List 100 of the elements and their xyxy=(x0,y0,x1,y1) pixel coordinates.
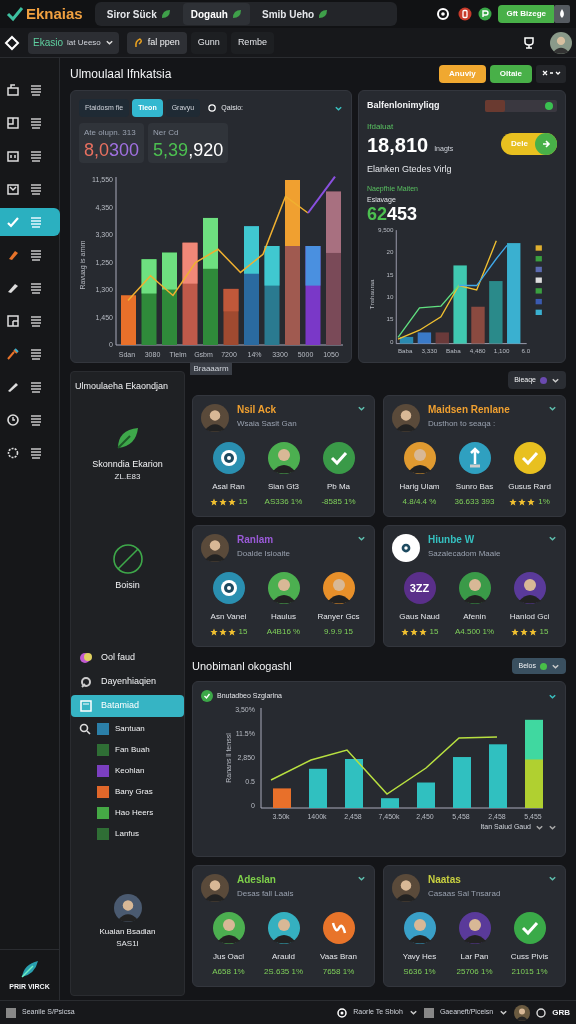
alert-icon[interactable] xyxy=(458,7,473,21)
app-logo-text: Eknaias xyxy=(26,3,83,24)
user-avatar-icon xyxy=(113,893,142,922)
score-text: 2S.635 1% xyxy=(263,966,304,978)
card-subtitle: Wsaia Sasit Gan xyxy=(237,418,298,429)
stat-value: 5,39,920 xyxy=(153,141,224,159)
list-icon xyxy=(30,381,42,393)
drop-icon[interactable] xyxy=(554,5,570,23)
score-text: 25706 1% xyxy=(456,966,493,978)
metric-label: Ifdaluat xyxy=(367,120,395,133)
nav-tab[interactable]: Dogauh xyxy=(182,3,250,25)
person-name: Asn Vanei xyxy=(210,611,247,623)
toolbar-button[interactable]: Rembe xyxy=(230,31,274,54)
square-icon xyxy=(423,1007,434,1018)
score-text: 15 xyxy=(238,496,248,508)
legend-label: Bany Gras xyxy=(115,785,153,798)
leaf-icon xyxy=(318,9,329,19)
card-title: Maidsen Renlane xyxy=(428,404,511,417)
score-text: 7658 1% xyxy=(322,966,355,978)
user-avatar-icon xyxy=(201,874,229,902)
card-title: Adeslan xyxy=(237,874,277,887)
panel-title: Ulmoulaeha Ekaondjan xyxy=(74,380,170,393)
person-name: Gusus Rard xyxy=(508,481,551,493)
card-title: Hiunbe W xyxy=(428,534,476,547)
person-name: Harig Ulam xyxy=(399,481,440,493)
check-icon xyxy=(6,215,20,229)
card-subtitle: Desas fall Laais xyxy=(237,888,295,899)
score-text: 9.9.9 15 xyxy=(324,626,353,638)
score-text: 15 xyxy=(238,626,248,638)
chart-bar xyxy=(345,759,363,808)
chart-bar xyxy=(273,788,291,808)
card-title: Naatas xyxy=(428,874,462,887)
chart-bar xyxy=(489,744,507,808)
empty-label: Boisin xyxy=(114,579,141,592)
person-name: Gaus Naud xyxy=(399,611,440,623)
calendar-icon xyxy=(6,149,20,163)
menu-item[interactable]: Dayenhiaqien xyxy=(71,670,184,693)
chart-bar xyxy=(417,332,432,344)
person-name: Hanlod Gci xyxy=(509,611,550,623)
list-icon xyxy=(30,150,42,162)
score-text: -8585 1% xyxy=(321,496,356,508)
profile-code: ZL.E83 xyxy=(113,471,142,483)
legend-label: Keohlan xyxy=(115,764,145,777)
legend-label: Santuan xyxy=(115,722,145,735)
list-icon xyxy=(30,282,42,294)
section-title: Ulmoulaal Ifnkatsia xyxy=(70,66,172,83)
chart-bar xyxy=(453,757,471,808)
toggle-label: Dele xyxy=(511,137,528,150)
leaf-icon xyxy=(160,9,171,19)
list-icon xyxy=(30,117,42,129)
stat-value: 8,0300 xyxy=(84,141,140,159)
list-icon xyxy=(30,216,42,228)
chart-bar xyxy=(489,281,503,344)
user-code: SAS1I xyxy=(115,937,140,950)
list-icon xyxy=(30,183,42,195)
toolbar-button[interactable]: Gunn xyxy=(190,31,227,54)
trophy-icon[interactable] xyxy=(522,35,536,50)
card-title: Nsil Ack xyxy=(237,404,278,417)
chart-bar xyxy=(435,332,449,344)
gear-icon xyxy=(6,446,20,460)
workspace-dropdown[interactable]: Ekasio lat Ueeso xyxy=(28,31,119,54)
card-subtitle: Casaas Sal Tnsarad xyxy=(428,888,502,899)
status-bar-icon xyxy=(485,99,557,112)
metric-value: 18,810 xyxy=(367,134,429,155)
menu-item[interactable]: Ool faud xyxy=(71,646,184,669)
score-text: S636 1% xyxy=(403,966,436,978)
checkmark-logo-icon xyxy=(6,6,24,22)
legend-label: Fan Buah xyxy=(115,743,150,756)
workspace-name: Ekasio xyxy=(33,36,63,50)
stat-label: Ner Cd xyxy=(153,127,180,139)
power-icon[interactable] xyxy=(478,7,493,21)
circle-slash-icon xyxy=(111,543,144,575)
score-text: AS336 1% xyxy=(264,496,303,508)
score-text: 15 xyxy=(539,626,549,638)
card-subtitle: Sazalecadom Maaie xyxy=(428,548,502,559)
diamond-icon[interactable] xyxy=(4,34,20,51)
settings-icon[interactable] xyxy=(436,7,451,21)
menu-dropdown-icon[interactable] xyxy=(536,65,566,83)
toolbar-button[interactable]: fal ppen xyxy=(126,31,187,54)
person-name: Afenin xyxy=(463,611,486,623)
card-title: Ranlam xyxy=(237,534,275,547)
chevron-down-icon xyxy=(357,874,366,883)
list-icon xyxy=(30,315,42,327)
chart-bar xyxy=(309,768,327,808)
score-text: 15 xyxy=(429,626,439,638)
nav-tab[interactable]: Siror Sück xyxy=(98,3,179,25)
chart-bar xyxy=(399,336,414,344)
nav-tab[interactable]: Smib Ueho xyxy=(253,3,337,25)
list-icon xyxy=(30,84,42,96)
chart-bar xyxy=(471,306,485,344)
score-text: A658 1% xyxy=(212,966,245,978)
score-text: 1% xyxy=(538,496,550,508)
record-icon xyxy=(337,1007,348,1018)
user-avatar-icon[interactable] xyxy=(514,1004,531,1021)
person-name: Lar Pan xyxy=(460,951,489,963)
list-icon xyxy=(30,414,42,426)
user-avatar-icon xyxy=(392,874,420,902)
target-icon xyxy=(392,534,420,562)
user-avatar-icon[interactable] xyxy=(550,31,572,54)
card-subtitle: Dusthon to seaqa : xyxy=(428,418,497,429)
